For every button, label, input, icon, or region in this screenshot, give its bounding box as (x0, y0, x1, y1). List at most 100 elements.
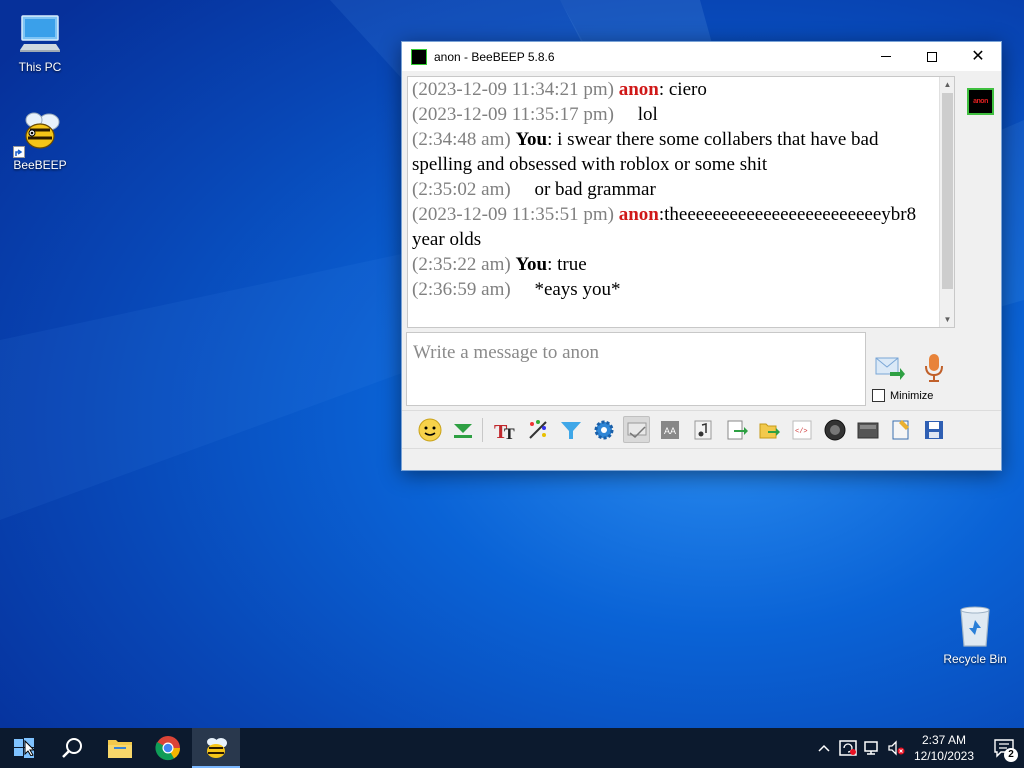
settings-gear-icon[interactable] (590, 416, 617, 443)
title-bar[interactable]: anon - BeeBEEP 5.8.6 ✕ (402, 42, 1001, 71)
voice-message-button[interactable] (922, 352, 946, 384)
color-palette-icon[interactable] (524, 416, 551, 443)
spellcheck-icon[interactable] (623, 416, 650, 443)
message-separator: : (547, 129, 558, 150)
show-hidden-icons-icon[interactable] (812, 728, 836, 768)
chat-window: anon - BeeBEEP 5.8.6 ✕ (2023-12-09 11:34… (401, 41, 1002, 471)
search-button[interactable] (48, 728, 96, 768)
message-input-box[interactable] (406, 332, 866, 406)
microphone-icon (925, 354, 943, 382)
message-sender: You (515, 254, 548, 275)
message-text: lol (637, 104, 658, 125)
chat-message: (2:34:48 am) You: i swear there some col… (412, 127, 940, 177)
message-timestamp: (2:34:48 am) (412, 129, 511, 150)
mouse-cursor-icon (24, 740, 36, 756)
svg-text:AA: AA (664, 426, 676, 436)
notification-count-badge: 2 (1004, 748, 1018, 762)
chrome-icon (155, 736, 180, 761)
music-note-icon[interactable] (689, 416, 716, 443)
maximize-button[interactable] (909, 42, 955, 71)
user-panel: anon (960, 76, 1000, 406)
scrollbar-thumb[interactable] (942, 93, 953, 289)
action-center-button[interactable]: 2 (984, 728, 1024, 768)
notes-icon[interactable] (887, 416, 914, 443)
message-separator (515, 179, 534, 200)
webcam-icon[interactable] (821, 416, 848, 443)
text-format-icon[interactable]: AA (656, 416, 683, 443)
file-explorer-icon (108, 740, 132, 758)
message-text: *eays you* (534, 279, 621, 300)
minimize-icon (881, 56, 891, 57)
message-text: true (557, 254, 587, 275)
message-timestamp: (2023-12-09 11:35:17 pm) (412, 104, 614, 125)
system-tray: 2:37 AM 12/10/2023 2 (812, 728, 1024, 768)
clock-time: 2:37 AM (921, 733, 966, 747)
chat-history[interactable]: (2023-12-09 11:34:21 pm) anon: ciero (202… (407, 76, 955, 328)
svg-text:T: T (504, 426, 515, 442)
message-sender: anon (618, 204, 659, 225)
message-separator (619, 104, 638, 125)
start-button[interactable] (0, 728, 48, 768)
bee-icon (13, 108, 64, 158)
desktop-icon-label: BeeBEEP (13, 158, 67, 172)
screenshot-icon[interactable] (854, 416, 881, 443)
emoticon-icon[interactable] (416, 416, 443, 443)
checkbox-box[interactable] (872, 389, 885, 402)
message-separator (515, 279, 534, 300)
send-file-icon[interactable] (722, 416, 749, 443)
share-folder-icon[interactable] (755, 416, 782, 443)
app-icon (411, 48, 427, 65)
clock-date: 12/10/2023 (913, 749, 974, 763)
chat-scrollbar[interactable]: ▲ ▼ (939, 77, 954, 327)
desktop-icon-recycle-bin[interactable]: Recycle Bin (940, 602, 1010, 666)
message-text: ciero (668, 79, 707, 100)
user-avatar[interactable]: anon (967, 88, 994, 115)
html-code-icon[interactable]: </> (788, 416, 815, 443)
network-icon[interactable] (860, 728, 884, 768)
maximize-icon (927, 51, 937, 62)
message-sender: You (515, 129, 548, 150)
taskbar: 2:37 AM 12/10/2023 2 (0, 728, 1024, 768)
message-separator: : (547, 254, 558, 275)
minimize-label: Minimize (890, 389, 934, 402)
scroll-down-icon[interactable]: ▼ (940, 312, 954, 327)
shortcut-arrow-icon (13, 146, 25, 158)
volume-muted-icon[interactable] (884, 728, 908, 768)
message-separator: : (658, 79, 669, 100)
desktop-icon-beebeep[interactable]: BeeBEEP (5, 108, 75, 172)
computer-icon (16, 10, 64, 58)
chat-message: (2023-12-09 11:34:21 pm) anon: ciero (412, 77, 940, 102)
green-arrow-down-icon[interactable] (449, 416, 476, 443)
close-button[interactable]: ✕ (955, 42, 1001, 71)
chat-message: (2023-12-09 11:35:51 pm) anon:theeeeeeee… (412, 202, 940, 252)
svg-text:</>: </> (795, 428, 808, 436)
filter-icon[interactable] (557, 416, 584, 443)
chat-message: (2:35:02 am) or bad grammar (412, 177, 940, 202)
message-sender: anon (618, 79, 659, 100)
send-button[interactable] (874, 354, 906, 382)
desktop-icon-this-pc[interactable]: This PC (5, 10, 75, 74)
status-bar (402, 448, 1001, 470)
message-timestamp: (2023-12-09 11:35:51 pm) (412, 204, 614, 225)
font-icon[interactable]: TT (491, 416, 518, 443)
message-timestamp: (2023-12-09 11:34:21 pm) (412, 79, 614, 100)
update-tray-icon[interactable] (836, 728, 860, 768)
recycle-bin-icon (951, 602, 999, 650)
beebeep-taskbar-button[interactable] (192, 728, 240, 768)
desktop-icon-label: This PC (18, 60, 62, 74)
desktop-icon-label: Recycle Bin (943, 652, 1007, 666)
chat-message-list: (2023-12-09 11:34:21 pm) anon: ciero (202… (412, 77, 940, 302)
save-icon[interactable] (920, 416, 947, 443)
message-input[interactable] (407, 333, 865, 367)
scroll-up-icon[interactable]: ▲ (940, 77, 954, 92)
chat-message: (2:36:59 am) *eays you* (412, 277, 940, 302)
chat-toolbar: TT AA </> (402, 410, 1001, 448)
minimize-checkbox[interactable]: Minimize (872, 389, 933, 402)
file-explorer-button[interactable] (96, 728, 144, 768)
minimize-button[interactable] (863, 42, 909, 71)
message-timestamp: (2:35:02 am) (412, 179, 511, 200)
taskbar-clock[interactable]: 2:37 AM 12/10/2023 (908, 732, 984, 764)
message-text: or bad grammar (534, 179, 656, 200)
search-icon (62, 738, 82, 758)
chrome-button[interactable] (144, 728, 192, 768)
